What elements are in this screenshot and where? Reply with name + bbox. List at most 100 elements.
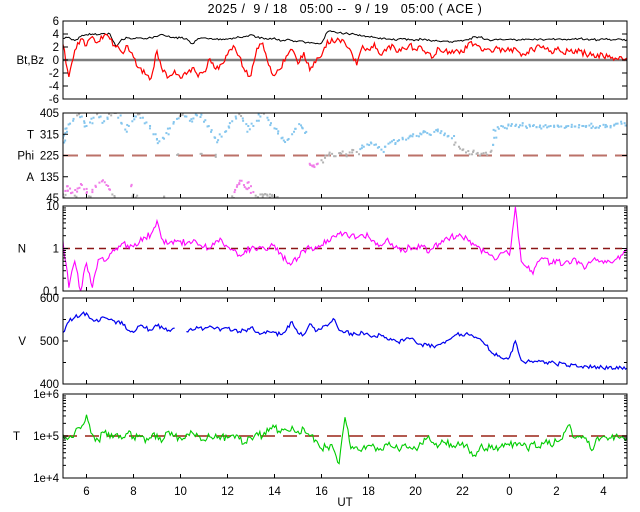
phi-sector-panel-point bbox=[87, 195, 90, 198]
temperature-panel-series-t bbox=[63, 414, 627, 465]
phi-sector-panel-point bbox=[117, 116, 120, 119]
phi-sector-panel-point bbox=[61, 193, 63, 195]
speed-panel-series-v bbox=[63, 311, 175, 334]
phi-sector-panel-point bbox=[207, 125, 210, 128]
phi-sector-panel-point bbox=[557, 125, 560, 128]
phi-sector-panel-point bbox=[480, 152, 483, 155]
phi-sector-panel-point bbox=[277, 130, 280, 133]
phi-sector-panel-point bbox=[234, 115, 237, 118]
phi-sector-panel-point bbox=[570, 123, 573, 126]
phi-sector-panel-point bbox=[268, 193, 271, 196]
phi-sector-panel-point bbox=[503, 126, 506, 129]
phi-sector-panel-point bbox=[163, 195, 166, 198]
phi-sector-panel-point bbox=[176, 153, 179, 156]
phi-sector-panel-point bbox=[493, 136, 496, 139]
phi-sector-panel-point bbox=[83, 121, 86, 124]
phi-sector-panel-point bbox=[266, 193, 269, 196]
phi-sector-panel-point bbox=[269, 124, 272, 127]
phi-sector-panel-point bbox=[269, 122, 272, 125]
phi-sector-panel-point bbox=[152, 133, 155, 136]
phi-sector-panel-point bbox=[535, 126, 538, 129]
speed-panel-series-v bbox=[186, 317, 627, 371]
phi-sector-panel-point bbox=[108, 188, 111, 191]
phi-sector-panel-point bbox=[313, 166, 316, 169]
phi-sector-panel-point bbox=[412, 133, 415, 136]
phi-sector-panel-point bbox=[273, 127, 276, 130]
phi-sector-panel-point bbox=[585, 124, 588, 127]
phi-sector-panel-point bbox=[92, 116, 95, 119]
phi-sector-panel-point bbox=[69, 192, 72, 195]
phi-sector-panel-point bbox=[582, 125, 585, 128]
phi-sector-panel-point bbox=[333, 155, 336, 158]
phi-sector-panel-point bbox=[130, 183, 133, 186]
phi-sector-panel-point bbox=[168, 127, 171, 130]
phi-sector-panel-point bbox=[426, 132, 429, 135]
phi-sector-panel: 45135225315405TPhiA bbox=[17, 108, 628, 205]
phi-sector-panel-point bbox=[240, 115, 243, 118]
phi-sector-panel-point bbox=[259, 115, 262, 118]
phi-sector-panel-point bbox=[155, 138, 158, 141]
phi-sector-panel-point bbox=[262, 193, 265, 196]
phi-sector-panel-point bbox=[72, 119, 75, 122]
phi-sector-panel-point bbox=[156, 142, 159, 145]
phi-sector-panel-point bbox=[492, 128, 495, 131]
phi-sector-panel-point bbox=[69, 187, 72, 190]
phi-sector-panel-ytick-label: 315 bbox=[40, 129, 59, 141]
ace-rtsw-plot: 2025 / 9 / 18 05:00 -- 9 / 19 05:00 ( AC… bbox=[0, 0, 640, 512]
phi-sector-panel-point bbox=[340, 152, 343, 155]
phi-sector-panel-point bbox=[235, 117, 238, 120]
phi-sector-panel-point bbox=[91, 122, 94, 125]
phi-sector-panel-point bbox=[417, 135, 420, 138]
phi-sector-panel-point bbox=[249, 191, 252, 194]
phi-sector-panel-point bbox=[590, 127, 593, 130]
phi-sector-panel-point bbox=[64, 193, 67, 196]
phi-sector-panel-point bbox=[382, 150, 385, 153]
temperature-panel-ytick-label: 1e+5 bbox=[33, 431, 59, 443]
phi-sector-panel-point bbox=[85, 191, 88, 194]
phi-sector-panel-point bbox=[316, 162, 319, 165]
phi-sector-panel-point bbox=[324, 156, 327, 159]
phi-sector-panel-point bbox=[250, 122, 253, 125]
mag-field-panel-ytick-label: -4 bbox=[49, 81, 60, 93]
phi-sector-panel-point bbox=[101, 121, 104, 124]
phi-sector-panel-point bbox=[476, 151, 479, 154]
phi-sector-panel-point bbox=[358, 153, 361, 156]
phi-sector-panel-point bbox=[119, 114, 122, 117]
phi-sector-panel-point bbox=[301, 126, 304, 129]
phi-sector-panel-point bbox=[298, 123, 301, 126]
phi-sector-panel-point bbox=[106, 116, 109, 119]
phi-sector-panel-point bbox=[259, 193, 262, 196]
phi-sector-panel-point bbox=[553, 124, 556, 127]
phi-sector-panel-point bbox=[368, 144, 371, 147]
phi-sector-panel-point bbox=[83, 125, 86, 128]
phi-sector-panel-point bbox=[623, 122, 626, 125]
phi-sector-panel-point bbox=[620, 122, 623, 125]
phi-sector-panel-point bbox=[76, 190, 79, 193]
phi-sector-panel-point bbox=[199, 116, 202, 119]
phi-sector-panel-point bbox=[214, 136, 217, 139]
phi-sector-panel-ytick-label: 135 bbox=[40, 172, 59, 184]
phi-sector-panel-point bbox=[484, 151, 487, 154]
phi-sector-panel-point bbox=[125, 130, 128, 133]
phi-sector-panel-point bbox=[492, 143, 495, 146]
phi-sector-panel-point bbox=[436, 128, 439, 131]
phi-sector-panel-point bbox=[453, 135, 456, 138]
phi-sector-panel-point bbox=[291, 133, 294, 136]
plot-canvas: -6-4-20246Bt,Bz45135225315405TPhiA0.1110… bbox=[13, 16, 628, 498]
density-panel-ytick-label: 1 bbox=[53, 244, 59, 256]
phi-sector-panel-point bbox=[486, 153, 489, 156]
speed-panel-ytick-label: 600 bbox=[40, 293, 59, 305]
phi-sector-panel-point bbox=[250, 185, 252, 188]
mag-field-panel: -6-4-20246 Bt,Bz bbox=[17, 16, 628, 106]
phi-sector-panel-point bbox=[544, 124, 547, 127]
phi-sector-panel-point bbox=[567, 124, 570, 127]
phi-sector-panel-point bbox=[396, 140, 399, 143]
phi-sector-panel-point bbox=[565, 126, 568, 129]
phi-sector-panel-point bbox=[120, 121, 123, 124]
phi-sector-panel-point bbox=[411, 135, 414, 138]
phi-sector-panel-point bbox=[228, 122, 231, 125]
phi-sector-panel-point bbox=[497, 127, 500, 130]
density-panel-ytick-label: 10 bbox=[46, 201, 59, 213]
phi-sector-panel-point bbox=[65, 130, 68, 133]
x-axis-label: UT bbox=[337, 497, 353, 509]
